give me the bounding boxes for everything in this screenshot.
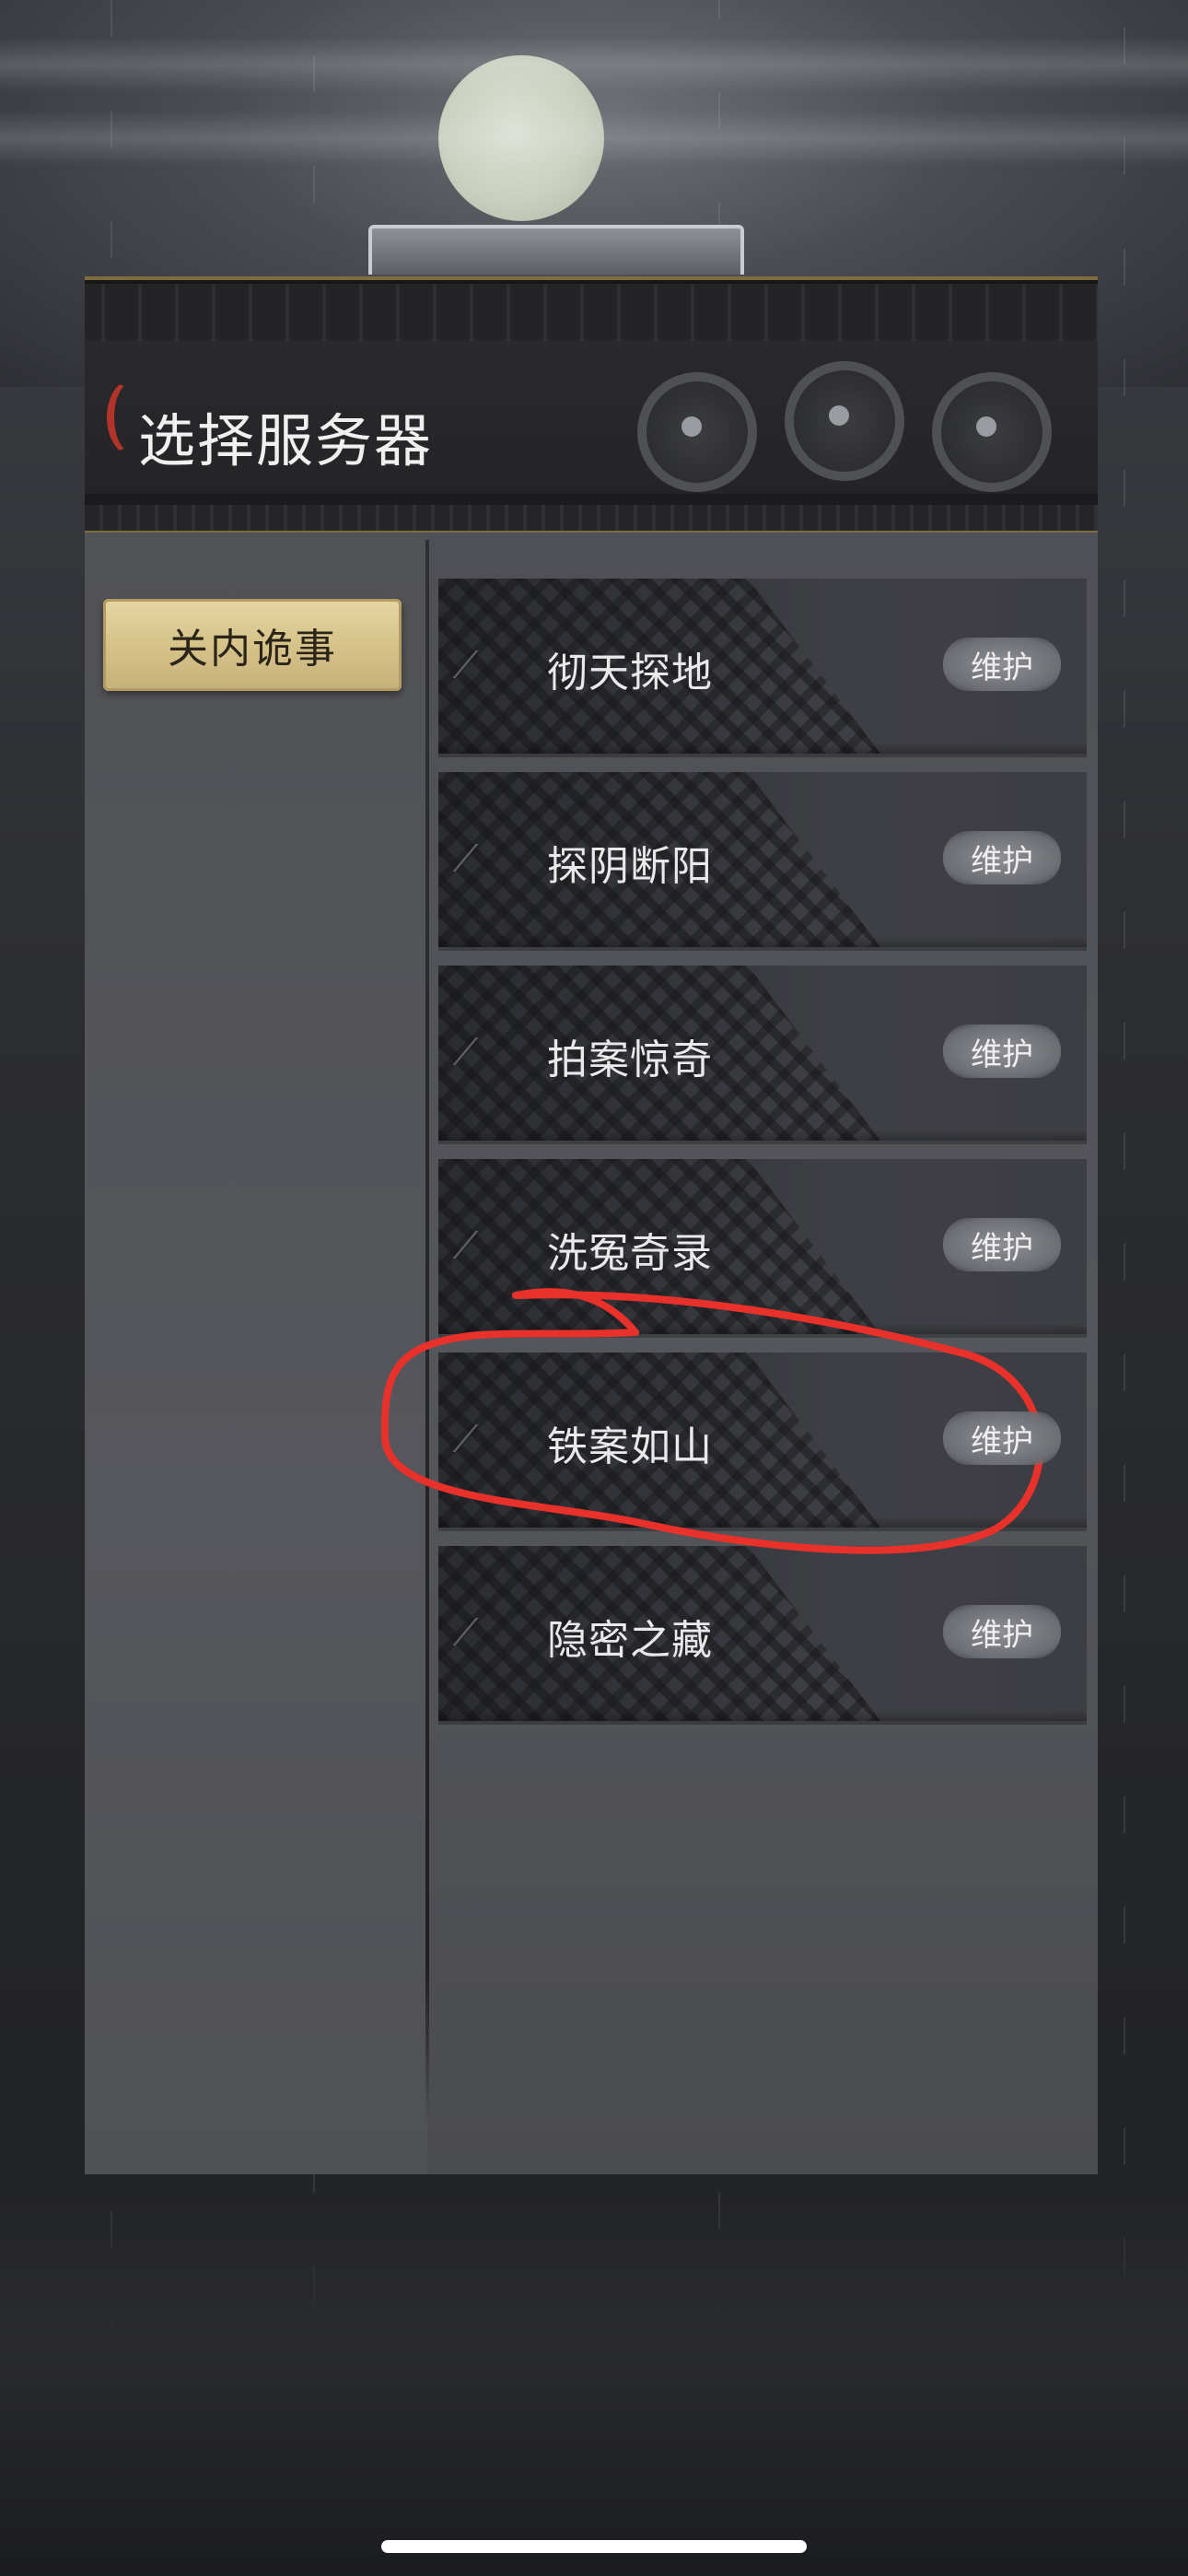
server-name: 彻天探地 <box>547 650 713 697</box>
home-indicator[interactable] <box>381 2540 807 2553</box>
status-badge: 维护 <box>943 1025 1061 1078</box>
server-name: 拍案惊奇 <box>547 1036 713 1083</box>
status-label: 维护 <box>971 649 1033 686</box>
background-ground <box>0 2174 1188 2576</box>
brush-stroke-icon <box>452 1618 525 1645</box>
status-label: 维护 <box>971 1616 1033 1654</box>
page-title: 选择服务器 <box>138 407 434 474</box>
status-badge: 维护 <box>943 1411 1061 1465</box>
header-pattern <box>85 505 1098 531</box>
status-badge: 维护 <box>943 831 1061 884</box>
region-tab-label: 关内诡事 <box>168 626 337 673</box>
status-badge: 维护 <box>943 1605 1061 1658</box>
region-sidebar: 关内诡事 <box>85 533 427 2174</box>
brush-stroke-icon <box>452 844 525 872</box>
cloud-swirl-icon <box>785 361 904 481</box>
panel-body: 关内诡事 彻天探地 维护 探阴断阳 维护 拍案惊奇 维护 洗冤奇录 维护 铁案如… <box>85 533 1098 2174</box>
status-badge: 维护 <box>943 638 1061 691</box>
rain-decoration <box>1124 0 1125 2493</box>
brush-stroke-icon <box>452 650 525 678</box>
server-name: 探阴断阳 <box>547 843 713 890</box>
status-label: 维护 <box>971 1036 1033 1073</box>
brush-stroke-icon <box>452 1037 525 1065</box>
status-badge: 维护 <box>943 1218 1061 1271</box>
brush-stroke-icon <box>452 1231 525 1259</box>
status-label: 维护 <box>971 1423 1033 1460</box>
mist-decoration <box>0 37 1188 92</box>
server-name: 洗冤奇录 <box>547 1230 713 1277</box>
column-divider <box>425 540 429 2125</box>
region-tab-selected[interactable]: 关内诡事 <box>103 599 402 691</box>
header-pattern <box>85 284 1098 341</box>
brush-stroke-icon <box>452 1424 525 1452</box>
server-select-panel: 选择服务器 关内诡事 彻天探地 维护 探阴断阳 维护 拍案惊奇 维护 洗冤奇录 … <box>85 276 1098 2174</box>
server-row[interactable]: 铁案如山 维护 <box>438 1352 1087 1528</box>
status-label: 维护 <box>971 1229 1033 1267</box>
cloud-swirl-icon <box>637 372 757 492</box>
server-row[interactable]: 拍案惊奇 维护 <box>438 966 1087 1141</box>
cloud-ornament <box>600 354 1098 501</box>
server-list: 彻天探地 维护 探阴断阳 维护 拍案惊奇 维护 洗冤奇录 维护 铁案如山 维护 … <box>438 579 1087 1739</box>
mist-decoration <box>0 111 1188 166</box>
server-row[interactable]: 隐密之藏 维护 <box>438 1546 1087 1721</box>
server-row[interactable]: 彻天探地 维护 <box>438 579 1087 754</box>
roof-ornament <box>368 225 744 275</box>
server-row[interactable]: 探阴断阳 维护 <box>438 772 1087 947</box>
status-label: 维护 <box>971 842 1033 880</box>
panel-header: 选择服务器 <box>85 276 1098 536</box>
cloud-swirl-icon <box>932 372 1052 492</box>
server-name: 隐密之藏 <box>547 1617 713 1664</box>
server-name: 铁案如山 <box>547 1423 713 1470</box>
server-row[interactable]: 洗冤奇录 维护 <box>438 1159 1087 1334</box>
